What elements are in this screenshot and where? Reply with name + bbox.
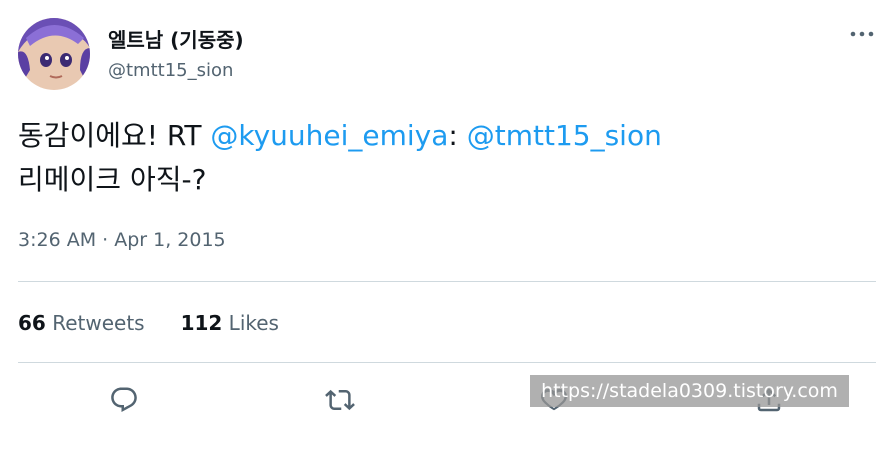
watermark-url: https://stadela0309.tistory.com	[530, 375, 849, 407]
display-name[interactable]: 엘트남 (기동중)	[108, 24, 244, 53]
user-handle[interactable]: @tmtt15_sion	[108, 60, 233, 81]
divider	[18, 281, 876, 282]
avatar[interactable]	[18, 18, 90, 90]
more-options-icon[interactable]	[846, 20, 878, 48]
divider	[18, 362, 876, 363]
tweet-text-part: 동감이에요! RT	[18, 119, 211, 152]
tweet-text: 동감이에요! RT @kyuuhei_emiya: @tmtt15_sion 리…	[18, 114, 878, 202]
likes-label: Likes	[222, 311, 279, 335]
retweets-label: Retweets	[45, 311, 145, 335]
timestamp[interactable]: 3:26 AM · Apr 1, 2015	[18, 229, 226, 251]
likes-count: 112	[180, 311, 223, 335]
retweets-count: 66	[18, 311, 46, 335]
mention-link[interactable]: @kyuuhei_emiya	[210, 119, 448, 152]
tweet-line-1: 동감이에요! RT @kyuuhei_emiya: @tmtt15_sion	[18, 114, 878, 158]
tweet-line-2: 리메이크 아직-?	[18, 163, 207, 196]
retweets-stat[interactable]: 66 Retweets	[18, 311, 145, 335]
likes-stat[interactable]: 112 Likes	[181, 311, 279, 335]
reply-icon[interactable]	[107, 383, 141, 417]
tweet-text-part: :	[448, 119, 467, 152]
engagement-stats: 66 Retweets 112 Likes	[18, 311, 315, 335]
mention-link[interactable]: @tmtt15_sion	[467, 119, 662, 152]
retweet-icon[interactable]	[323, 383, 357, 417]
